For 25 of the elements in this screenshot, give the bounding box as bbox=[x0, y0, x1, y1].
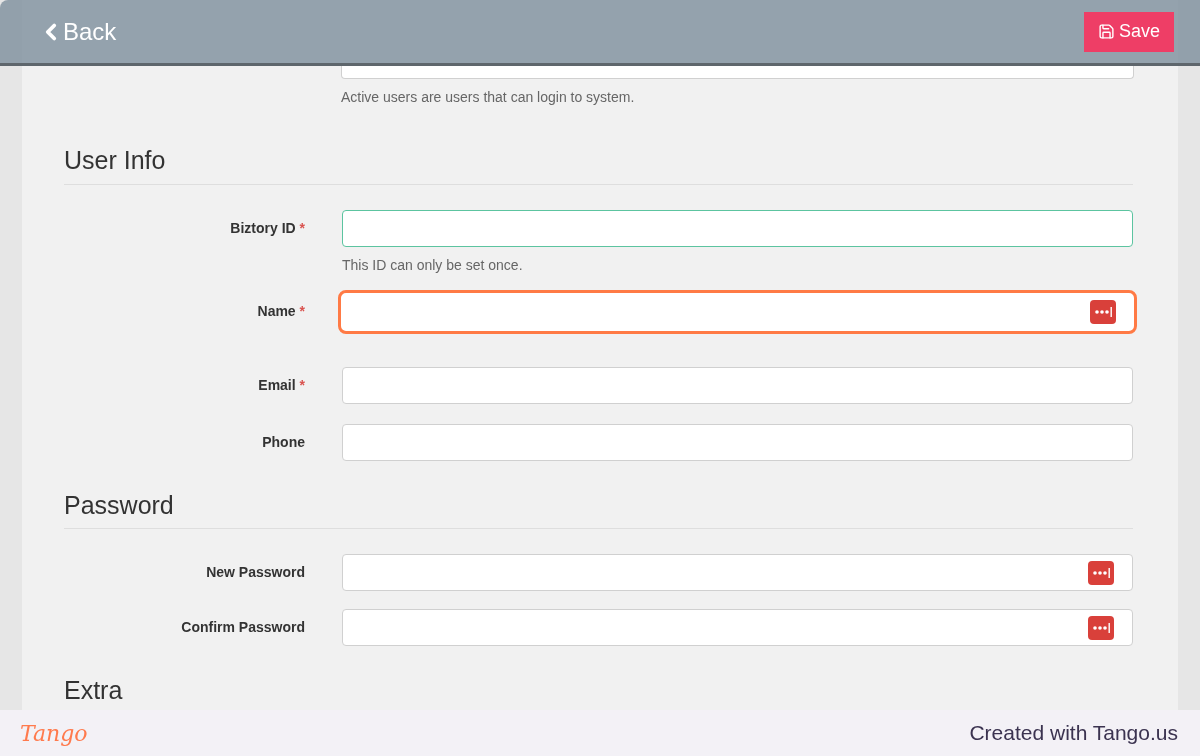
section-heading: Extra bbox=[64, 676, 123, 704]
text-field[interactable] bbox=[342, 209, 1133, 247]
password-manager-icon[interactable] bbox=[1090, 299, 1116, 324]
field-label: New Password bbox=[206, 564, 305, 580]
text-field[interactable] bbox=[342, 423, 1133, 461]
field-label: Biztory ID * bbox=[230, 219, 305, 236]
select-field[interactable] bbox=[341, 66, 1134, 79]
text-field[interactable] bbox=[338, 289, 1137, 334]
field-label: Email * bbox=[258, 376, 305, 393]
save-button[interactable]: Save bbox=[1083, 11, 1174, 52]
tango-logo: Tango bbox=[20, 719, 88, 748]
section-heading: User Info bbox=[64, 146, 166, 174]
section-heading: Password bbox=[64, 490, 174, 519]
help-text: This ID can only be set once. bbox=[342, 256, 523, 273]
back-button[interactable]: Back bbox=[38, 13, 117, 50]
field-label: Confirm Password bbox=[181, 619, 305, 635]
field-label: Phone bbox=[262, 433, 305, 450]
password-manager-icon[interactable] bbox=[1088, 560, 1114, 585]
help-text: Active users are users that can login to system. bbox=[341, 89, 635, 105]
password-manager-icon[interactable] bbox=[1088, 615, 1114, 640]
text-field[interactable] bbox=[342, 366, 1133, 404]
field-label: Name * bbox=[257, 303, 305, 319]
text-field[interactable] bbox=[342, 554, 1133, 591]
credit-text: Created with Tango.us bbox=[969, 720, 1178, 747]
text-field[interactable] bbox=[342, 609, 1133, 646]
